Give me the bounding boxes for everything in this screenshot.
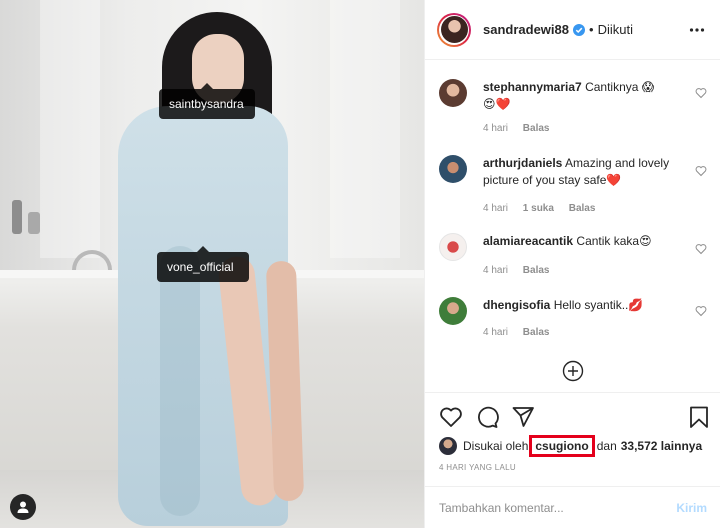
person-icon: [17, 501, 29, 513]
likes-connector: dan: [596, 439, 617, 453]
wall-panel: [40, 0, 100, 258]
commenter-username[interactable]: stephannymaria7: [483, 80, 582, 94]
post-header: sandradewi88 • Diikuti: [425, 0, 720, 60]
reply-button[interactable]: Balas: [523, 327, 550, 338]
commenter-username[interactable]: alamiareacantik: [483, 234, 573, 248]
comment-text: Cantiknya 😱: [585, 80, 655, 94]
bookmark-icon[interactable]: [687, 405, 711, 429]
heart-icon[interactable]: [695, 165, 707, 177]
comment-input[interactable]: [439, 500, 677, 515]
comment-text-continued: 😍❤️: [483, 97, 511, 111]
separator-dot: •: [589, 22, 594, 37]
comment-time[interactable]: 4 hari: [483, 327, 508, 338]
heart-icon[interactable]: [695, 87, 707, 99]
plus-circle-icon[interactable]: [562, 360, 584, 382]
more-options-icon[interactable]: [689, 22, 705, 38]
post-side-panel: sandradewi88 • Diikuti stephannymaria7 C…: [424, 0, 720, 528]
comment-icon[interactable]: [475, 405, 499, 429]
tagged-users-button[interactable]: [10, 494, 36, 520]
post-photo[interactable]: saintbysandra vone_official: [0, 0, 424, 528]
verified-badge-icon: [573, 23, 585, 36]
comment-text: Cantik kaka😍: [576, 234, 652, 248]
add-comment-bar: Kirim: [425, 486, 720, 528]
commenter-avatar[interactable]: [439, 79, 467, 107]
wall-panel: [330, 0, 400, 258]
follow-status-button[interactable]: Diikuti: [598, 22, 633, 37]
share-icon[interactable]: [511, 405, 535, 429]
bottle-decor: [12, 200, 22, 234]
commenter-username[interactable]: dhengisofia: [483, 298, 550, 312]
heart-icon[interactable]: [439, 405, 463, 429]
comment-time[interactable]: 4 hari: [483, 123, 508, 134]
commenter-avatar[interactable]: [439, 233, 467, 261]
comment-time[interactable]: 4 hari: [483, 203, 508, 214]
commenter-avatar[interactable]: [439, 155, 467, 183]
comments-list[interactable]: stephannymaria7 Cantiknya 😱 😍❤️ 4 hari B…: [425, 61, 720, 391]
likes-prefix: Disukai oleh: [463, 439, 529, 453]
commenter-username[interactable]: arthurjdaniels: [483, 156, 562, 170]
comment-text: Hello syantik..💋: [553, 298, 644, 312]
bottle-decor: [28, 212, 40, 234]
comment-time[interactable]: 4 hari: [483, 265, 508, 276]
liker-avatar[interactable]: [439, 437, 457, 455]
reply-button[interactable]: Balas: [569, 203, 596, 214]
liker-username-link[interactable]: csugiono: [529, 435, 595, 457]
likes-count-link[interactable]: 33,572 lainnya: [621, 439, 702, 453]
post-comment-button[interactable]: Kirim: [676, 501, 707, 515]
reply-button[interactable]: Balas: [523, 123, 550, 134]
heart-icon[interactable]: [695, 305, 707, 317]
likes-summary: Disukai oleh csugiono dan 33,572 lainnya: [439, 435, 702, 457]
comment-like-count[interactable]: 1 suka: [523, 203, 554, 214]
post-timestamp[interactable]: 4 HARI YANG LALU: [439, 463, 516, 472]
photo-tag-vone-official[interactable]: vone_official: [157, 246, 249, 282]
photo-tag-saintbysandra[interactable]: saintbysandra: [159, 83, 255, 119]
reply-button[interactable]: Balas: [523, 265, 550, 276]
profile-avatar[interactable]: [437, 12, 471, 47]
heart-icon[interactable]: [695, 243, 707, 255]
commenter-avatar[interactable]: [439, 297, 467, 325]
profile-username-link[interactable]: sandradewi88: [483, 22, 569, 37]
